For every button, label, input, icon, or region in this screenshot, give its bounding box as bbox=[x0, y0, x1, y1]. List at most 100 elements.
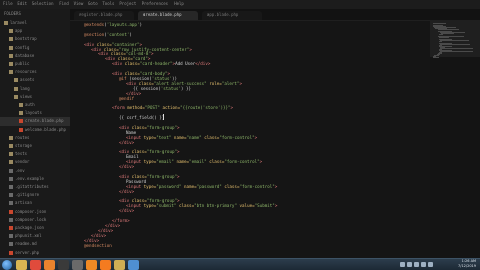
sidebar-item-label: .env.example bbox=[15, 175, 44, 181]
folder-icon bbox=[9, 45, 13, 50]
tab-create-blade-php[interactable]: create.blade.php × bbox=[138, 11, 198, 20]
code-token: name= bbox=[176, 159, 190, 165]
sidebar-item-label: phpunit.xml bbox=[15, 233, 42, 239]
menu-item-edit[interactable]: Edit bbox=[17, 1, 27, 7]
folder-icon bbox=[9, 29, 13, 34]
sidebar-item-label: routes bbox=[15, 134, 30, 140]
code-token: method= bbox=[127, 105, 145, 111]
code-token: "form-group" bbox=[146, 149, 178, 155]
code-token: </div> bbox=[119, 164, 135, 170]
folder-icon bbox=[14, 94, 18, 99]
taskbar-folder-icon[interactable] bbox=[114, 260, 125, 270]
file-icon bbox=[9, 185, 13, 189]
taskbar-sublime-icon[interactable] bbox=[86, 260, 97, 270]
folder-icon bbox=[9, 62, 13, 66]
taskbar-chrome-icon[interactable] bbox=[30, 260, 41, 270]
code-token: > bbox=[259, 159, 263, 165]
taskbar-xampp-icon[interactable] bbox=[100, 260, 111, 270]
code-token: "email" bbox=[156, 159, 177, 165]
code-token: > bbox=[177, 124, 180, 130]
line-gutter bbox=[70, 21, 80, 258]
menu-item-view[interactable]: View bbox=[74, 1, 84, 7]
sidebar-item-label: auth bbox=[25, 102, 35, 107]
code-token: "form-group" bbox=[146, 173, 178, 179]
folder-icon bbox=[9, 152, 13, 157]
code-line: <div class="card-header">Add User</div> bbox=[112, 61, 210, 67]
menu-item-find[interactable]: Find bbox=[59, 1, 69, 7]
code-token: value= bbox=[239, 203, 255, 209]
code-token: class= bbox=[204, 134, 220, 140]
taskbar-app-icon[interactable] bbox=[128, 260, 139, 270]
tray-arrow-icon[interactable] bbox=[400, 262, 405, 267]
tab-close-icon[interactable]: × bbox=[79, 12, 130, 17]
network-icon[interactable] bbox=[407, 262, 412, 267]
code-token: > bbox=[254, 134, 258, 140]
screen: File Edit Selection Find View Goto Tools Projec… bbox=[0, 0, 480, 270]
code-line: </div> bbox=[119, 189, 134, 195]
code-line: <input type="submit" class="btn btn-prim… bbox=[126, 203, 277, 209]
code-token: action= bbox=[162, 105, 181, 111]
battery-icon[interactable] bbox=[428, 262, 433, 267]
code-token: class= bbox=[224, 183, 240, 189]
code-line: @section('content') bbox=[84, 32, 132, 38]
tab-register-blade-php[interactable]: register.blade.php × bbox=[74, 11, 134, 20]
tab-app-blade-php[interactable]: app.blade.php × bbox=[202, 11, 262, 20]
menu-item-project[interactable]: Project bbox=[119, 1, 136, 7]
flag-icon[interactable] bbox=[421, 262, 426, 267]
sidebar-header: FOLDERS bbox=[0, 10, 70, 19]
tab-close-icon[interactable]: × bbox=[143, 12, 194, 17]
menu-item-help[interactable]: Help bbox=[174, 1, 184, 7]
folder-icon bbox=[19, 111, 23, 116]
minimap-line bbox=[433, 56, 440, 58]
tab-bar: register.blade.php × create.blade.php × app.… bbox=[70, 9, 480, 21]
code-token: </div> bbox=[119, 188, 135, 194]
sidebar-item-label: public bbox=[15, 61, 30, 66]
code-token: ) bbox=[129, 31, 132, 37]
taskbar-terminal-icon[interactable] bbox=[58, 260, 69, 270]
sidebar-header-label: FOLDERS bbox=[4, 11, 21, 16]
menu-item-preferences[interactable]: Preferences bbox=[142, 1, 169, 7]
sidebar: FOLDERS laravel app bootstrap config databas… bbox=[0, 9, 71, 258]
code-token: @endsection bbox=[84, 242, 112, 248]
volume-icon[interactable] bbox=[414, 262, 419, 267]
code-editor[interactable]: @extends('layouts.app') @section('content… bbox=[70, 21, 430, 258]
code-token: "password" bbox=[196, 183, 225, 189]
file-icon bbox=[19, 127, 23, 132]
taskbar-explorer-icon[interactable] bbox=[16, 260, 27, 270]
code-line: {{ csrf_field() }} bbox=[119, 115, 164, 121]
sidebar-item-label: create.blade.php bbox=[25, 118, 64, 124]
menu-item-tools[interactable]: Tools bbox=[102, 1, 114, 7]
sidebar-item-label: .env bbox=[15, 167, 25, 173]
code-token: "form-group" bbox=[146, 124, 178, 130]
sidebar-item-server-php[interactable]: server.php bbox=[0, 249, 70, 258]
code-token: <form bbox=[112, 105, 128, 111]
folder-icon bbox=[9, 160, 13, 165]
code-token: class= bbox=[209, 159, 225, 165]
menu-item-goto[interactable]: Goto bbox=[88, 1, 98, 7]
taskbar-firefox-icon[interactable] bbox=[44, 260, 55, 270]
minimap[interactable] bbox=[430, 21, 480, 258]
code-token: > bbox=[177, 173, 180, 179]
code-token: 'layouts.app' bbox=[106, 22, 140, 27]
sidebar-item-label: app bbox=[15, 28, 23, 34]
code-token: "btn btn-primary" bbox=[194, 203, 240, 209]
code-line: </div> bbox=[119, 140, 134, 146]
folder-icon bbox=[9, 70, 13, 75]
code-line: @endsection bbox=[84, 243, 112, 249]
code-token: type= bbox=[143, 134, 157, 140]
code-token: @section bbox=[84, 31, 105, 37]
sidebar-item-label: layouts bbox=[25, 110, 42, 116]
code-token: name= bbox=[173, 134, 187, 140]
code-line: <input type="email" name="email" class="… bbox=[126, 159, 262, 165]
sidebar-item-label: package.json bbox=[15, 225, 44, 230]
menu-item-selection[interactable]: Selection bbox=[32, 1, 54, 7]
taskbar-media-icon[interactable] bbox=[72, 260, 83, 270]
sidebar-item-label: .gitignore bbox=[15, 192, 40, 198]
menu-item-file[interactable]: File bbox=[3, 1, 13, 7]
code-token: name= bbox=[184, 183, 197, 189]
code-line: @endif bbox=[119, 96, 134, 102]
sidebar-item-label: config bbox=[15, 44, 30, 50]
start-button-icon[interactable] bbox=[2, 260, 12, 270]
tab-close-icon[interactable]: × bbox=[207, 12, 258, 17]
taskbar-clock[interactable]: 1:26 AM 7/12/2019 bbox=[440, 259, 476, 269]
